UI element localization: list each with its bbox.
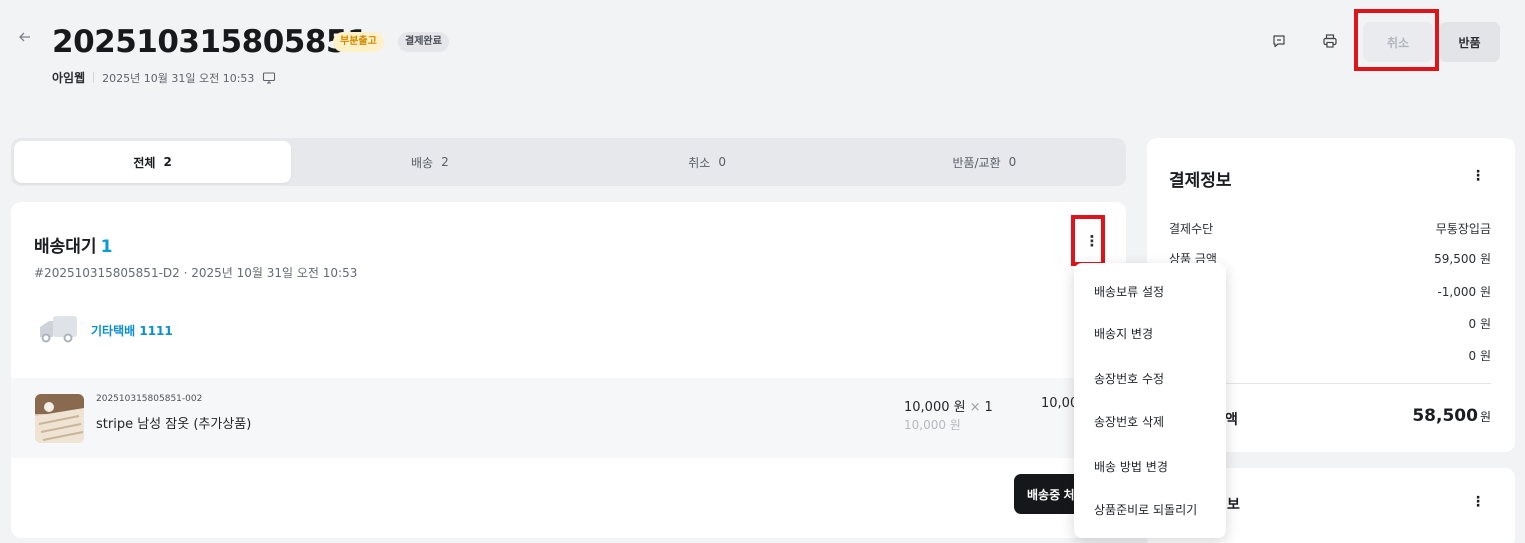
- shipment-count: 1: [100, 237, 113, 257]
- partial-shipment-badge: 부분출고: [333, 32, 384, 52]
- panel-title: 보: [1227, 497, 1240, 513]
- total-amount: 58,500: [1412, 406, 1478, 426]
- menu-item-delete-tracking[interactable]: 송장번호 삭제: [1094, 413, 1164, 430]
- product-name: stripe 남성 잠옷 (추가상품): [96, 417, 252, 432]
- shipment-status-title: 배송대기 1: [34, 232, 112, 257]
- payment-row-value: 0 원: [1468, 317, 1492, 331]
- back-arrow-icon[interactable]: [18, 30, 34, 50]
- product-code: 202510315805851-002: [96, 394, 203, 404]
- menu-item-change-address[interactable]: 배송지 변경: [1094, 325, 1153, 342]
- tab-count: 2: [441, 155, 449, 169]
- shipment-action-menu: 배송보류 설정 배송지 변경 송장번호 수정 송장번호 삭제 배송 방법 변경 …: [1074, 263, 1226, 538]
- payment-title: 결제정보: [1169, 171, 1232, 191]
- multiply-sign: ×: [969, 400, 981, 415]
- payment-complete-badge: 결제완료: [398, 32, 449, 52]
- shipment-more-icon[interactable]: ⋮: [1080, 229, 1104, 253]
- tab-count: 2: [163, 155, 172, 169]
- table-row: 202510315805851-002 stripe 남성 잠옷 (추가상품) …: [11, 378, 1126, 458]
- cancel-order-button[interactable]: 취소: [1363, 22, 1433, 62]
- menu-item-revert-to-preparing[interactable]: 상품준비로 되돌리기: [1094, 501, 1197, 518]
- order-subline: 아임웹 2025년 10월 31일 오전 10:53: [52, 69, 276, 86]
- tab-count: 0: [1008, 155, 1017, 169]
- tab-return-exchange[interactable]: 반품/교환 0: [846, 141, 1123, 183]
- tab-label: 반품/교환: [952, 155, 1001, 170]
- tab-cancel[interactable]: 취소 0: [569, 141, 846, 183]
- currency-unit: 원: [1479, 410, 1491, 424]
- total-label: 액: [1225, 412, 1238, 428]
- payment-total: 58,500 원: [1412, 406, 1491, 426]
- shipment-card: 배송대기 1 #202510315805851-D2 · 2025년 10월 31…: [11, 202, 1126, 538]
- tab-all[interactable]: 전체 2: [14, 141, 292, 183]
- print-icon[interactable]: [1319, 30, 1341, 52]
- product-thumbnail: [35, 394, 84, 443]
- payment-row-value: 0 원: [1468, 349, 1492, 363]
- tab-shipping[interactable]: 배송 2: [291, 141, 568, 183]
- tab-label: 배송: [411, 155, 434, 170]
- line-total: 10,00: [1041, 396, 1079, 411]
- memo-icon[interactable]: [1268, 30, 1290, 52]
- unit-price: 10,000 원 × 1: [904, 396, 993, 415]
- original-price: 10,000 원: [904, 418, 961, 432]
- payment-row: 결제수단 무통장입금: [1169, 220, 1491, 237]
- order-tabs: 전체 2 배송 2 취소 0 반품/교환 0: [11, 138, 1126, 186]
- quantity: 1: [984, 400, 993, 415]
- menu-item-hold-shipping[interactable]: 배송보류 설정: [1094, 283, 1164, 300]
- order-date: 2025년 10월 31일 오전 10:53: [102, 71, 255, 85]
- payment-row-value: 무통장입금: [1435, 222, 1491, 236]
- tab-label: 전체: [133, 155, 156, 170]
- menu-item-edit-tracking[interactable]: 송장번호 수정: [1094, 370, 1164, 387]
- payment-row-value: 59,500 원: [1434, 252, 1491, 266]
- truck-icon: [37, 313, 79, 345]
- order-number: 202510315805851: [52, 24, 369, 60]
- carrier-tracking-link[interactable]: 기타택배 1111: [91, 322, 173, 339]
- menu-item-change-shipping-method[interactable]: 배송 방법 변경: [1094, 458, 1168, 475]
- tab-label: 취소: [688, 155, 711, 170]
- payment-row-label: 결제수단: [1169, 222, 1214, 236]
- payment-row-value: -1,000 원: [1437, 285, 1491, 299]
- shop-name: 아임웹: [52, 71, 86, 85]
- return-order-button[interactable]: 반품: [1439, 22, 1500, 62]
- unit-price-value: 10,000 원: [904, 400, 966, 415]
- divider: [93, 72, 95, 83]
- payment-more-icon[interactable]: ⋮: [1471, 168, 1485, 184]
- panel-more-icon[interactable]: ⋮: [1471, 494, 1485, 510]
- tab-count: 0: [718, 155, 726, 169]
- shipment-status: 배송대기: [34, 237, 97, 257]
- desktop-icon: [262, 71, 276, 85]
- shipment-meta: #202510315805851-D2 · 2025년 10월 31일 오전 1…: [34, 266, 358, 280]
